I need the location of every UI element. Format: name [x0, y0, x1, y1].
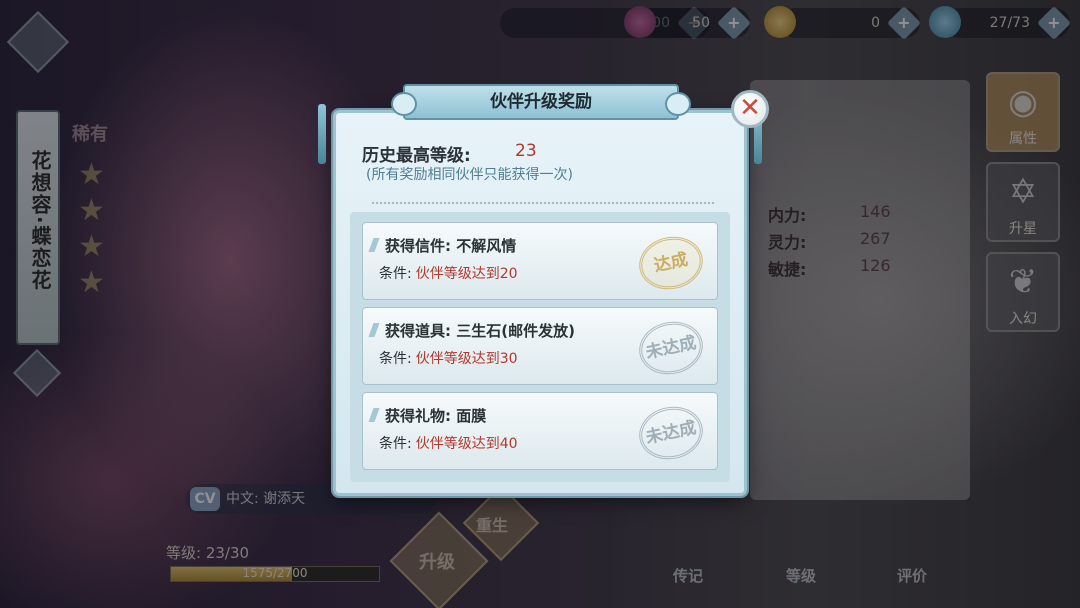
reward-card: 获得道具: 三生石(邮件发放) 条件: 伙伴等级达到30 未达成: [362, 307, 718, 385]
reward-card: 获得信件: 不解风情 条件: 伙伴等级达到20 达成: [362, 222, 718, 300]
history-level-value: 23: [515, 141, 537, 161]
reward-condition: 条件: 伙伴等级达到30: [379, 351, 518, 367]
divider: [372, 202, 714, 204]
achieved-stamp: 达成: [634, 230, 708, 296]
reward-condition: 条件: 伙伴等级达到40: [379, 436, 518, 452]
reward-condition: 条件: 伙伴等级达到20: [379, 266, 518, 282]
reward-card: 获得礼物: 面膜 条件: 伙伴等级达到40 未达成: [362, 392, 718, 470]
history-level-label: 历史最高等级:: [362, 146, 471, 166]
dialog-title: 伙伴升级奖励: [391, 84, 691, 120]
reward-title: 获得道具: 三生石(邮件发放): [385, 322, 575, 340]
reward-note: (所有奖励相同伙伴只能获得一次): [366, 167, 573, 183]
not-achieved-stamp: 未达成: [634, 400, 708, 466]
left-pillar-decoration: [318, 104, 326, 164]
not-achieved-stamp: 未达成: [634, 315, 708, 381]
reward-title: 获得信件: 不解风情: [385, 237, 517, 255]
close-button[interactable]: ✕: [731, 90, 769, 128]
reward-title: 获得礼物: 面膜: [385, 407, 487, 425]
